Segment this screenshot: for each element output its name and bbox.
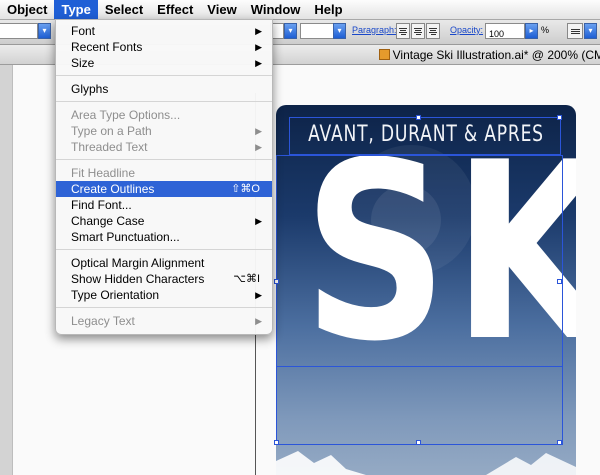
menu-item-legacy-text: Legacy Text ▶	[56, 313, 272, 329]
selection-handle[interactable]	[416, 115, 421, 120]
document-tab[interactable]: Vintage Ski Illustration.ai* @ 200% (CM	[378, 48, 600, 62]
menu-item-change-case[interactable]: Change Case ▶	[56, 213, 272, 229]
menu-item-label: Size	[71, 56, 95, 70]
menu-separator	[56, 101, 272, 102]
menu-item-label: Show Hidden Characters	[71, 272, 205, 286]
menu-item-find-font[interactable]: Find Font...	[56, 197, 272, 213]
submenu-arrow-icon: ▶	[255, 26, 262, 36]
menu-item-label: Type on a Path	[71, 124, 152, 138]
transform-reference-icon[interactable]	[567, 23, 583, 39]
font-family-dropdown-button[interactable]: ▾	[38, 23, 51, 39]
menu-item-label: Create Outlines	[71, 182, 155, 196]
align-left-button[interactable]	[396, 23, 410, 39]
menu-item-smart-punctuation[interactable]: Smart Punctuation...	[56, 229, 272, 245]
leading-dropdown-button[interactable]: ▾	[333, 23, 346, 39]
menu-item-font[interactable]: Font ▶	[56, 23, 272, 39]
type-menu-dropdown: Font ▶ Recent Fonts ▶ Size ▶ Glyphs Area Ty…	[55, 19, 273, 335]
menu-item-fit-headline: Fit Headline	[56, 165, 272, 181]
submenu-arrow-icon: ▶	[255, 126, 262, 136]
submenu-arrow-icon: ▶	[255, 316, 262, 326]
menu-shortcut: ⇧⌘O	[231, 183, 260, 195]
menu-item-label: Threaded Text	[71, 140, 148, 154]
document-title: Vintage Ski Illustration.ai* @ 200% (CM	[392, 48, 600, 62]
menu-type[interactable]: Type	[54, 0, 98, 19]
menu-separator	[56, 249, 272, 250]
menu-item-glyphs[interactable]: Glyphs	[56, 81, 272, 97]
ai-file-icon	[378, 49, 390, 60]
opacity-input[interactable]: 100	[485, 23, 525, 39]
selection-handle[interactable]	[557, 440, 562, 445]
submenu-arrow-icon: ▶	[255, 58, 262, 68]
font-size-dropdown-button[interactable]: ▾	[284, 23, 297, 39]
menu-effect[interactable]: Effect	[150, 0, 200, 19]
submenu-arrow-icon: ▶	[255, 142, 262, 152]
menu-item-label: Legacy Text	[71, 314, 135, 328]
menu-item-type-orientation[interactable]: Type Orientation ▶	[56, 287, 272, 303]
selection-handle[interactable]	[557, 115, 562, 120]
submenu-arrow-icon: ▶	[255, 216, 262, 226]
menu-item-label: Optical Margin Alignment	[71, 256, 205, 270]
paragraph-label[interactable]: Paragraph:	[352, 25, 397, 35]
menu-help[interactable]: Help	[307, 0, 349, 19]
opacity-percent: %	[541, 25, 550, 35]
menu-item-label: Find Font...	[71, 198, 132, 212]
menu-select[interactable]: Select	[98, 0, 150, 19]
menu-item-optical-margin-alignment[interactable]: Optical Margin Alignment	[56, 255, 272, 271]
menu-item-label: Glyphs	[71, 82, 109, 96]
menu-item-label: Area Type Options...	[71, 108, 181, 122]
submenu-arrow-icon: ▶	[255, 290, 262, 300]
menu-item-threaded-text: Threaded Text ▶	[56, 139, 272, 155]
menu-item-label: Change Case	[71, 214, 145, 228]
menu-shortcut: ⌥⌘I	[233, 273, 260, 285]
menu-item-label: Smart Punctuation...	[71, 230, 180, 244]
selection-handle[interactable]	[416, 440, 421, 445]
menu-item-create-outlines[interactable]: Create Outlines ⇧⌘O	[56, 181, 272, 197]
mountain-silhouette	[276, 451, 576, 475]
ski-poster-artwork[interactable]: AVANT, DURANT & APRES SKI	[276, 105, 576, 475]
menu-item-label: Font	[71, 24, 96, 38]
selection-handle[interactable]	[274, 440, 279, 445]
menu-item-label: Type Orientation	[71, 288, 160, 302]
menu-separator	[56, 307, 272, 308]
menu-item-label: Fit Headline	[71, 166, 136, 180]
menu-object[interactable]: Object	[0, 0, 54, 19]
transform-dropdown-button[interactable]: ▾	[584, 23, 597, 39]
opacity-label[interactable]: Opacity:	[450, 25, 483, 35]
poster-headline[interactable]: SKI	[303, 123, 576, 383]
menu-item-type-on-path: Type on a Path ▶	[56, 123, 272, 139]
submenu-arrow-icon: ▶	[255, 42, 262, 52]
menu-item-area-type-options: Area Type Options...	[56, 107, 272, 123]
menu-bar: Object Type Select Effect View Window He…	[0, 0, 600, 20]
align-center-button[interactable]	[411, 23, 425, 39]
opacity-value: 100	[489, 29, 505, 39]
menu-separator	[56, 159, 272, 160]
selection-handle[interactable]	[274, 279, 279, 284]
menu-item-show-hidden-characters[interactable]: Show Hidden Characters ⌥⌘I	[56, 271, 272, 287]
font-family-field[interactable]	[0, 23, 38, 39]
menu-window[interactable]: Window	[244, 0, 308, 19]
menu-view[interactable]: View	[200, 0, 243, 19]
menu-item-label: Recent Fonts	[71, 40, 143, 54]
menu-separator	[56, 75, 272, 76]
selection-handle[interactable]	[557, 279, 562, 284]
menu-item-recent-fonts[interactable]: Recent Fonts ▶	[56, 39, 272, 55]
opacity-arrow-button[interactable]: ▸	[525, 23, 538, 39]
align-right-button[interactable]	[426, 23, 440, 39]
menu-item-size[interactable]: Size ▶	[56, 55, 272, 71]
